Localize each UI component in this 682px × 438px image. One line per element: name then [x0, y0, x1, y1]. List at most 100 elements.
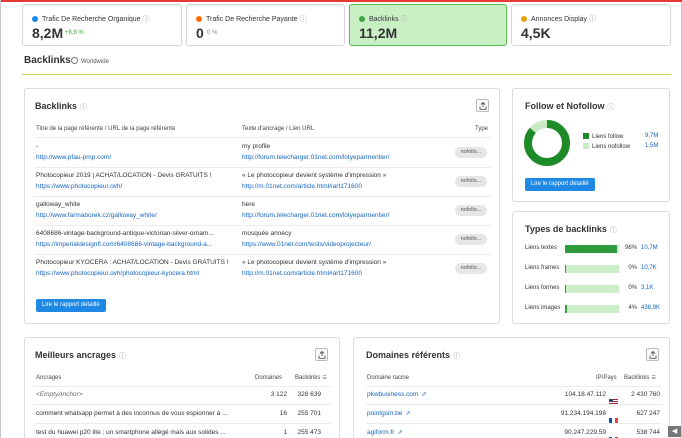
domain-backlinks: 2 430 760	[631, 391, 660, 398]
kpi-title: Backlinks	[369, 16, 399, 23]
type-bar-fill	[565, 285, 566, 293]
row-page-title: galloway_white	[36, 201, 81, 208]
type-count[interactable]: 438,9K	[641, 305, 660, 311]
row-anchor-text: my profile	[242, 143, 271, 150]
domain-name[interactable]: agiform.fr	[367, 429, 394, 436]
domain-ip: 90.247.229.59	[564, 429, 606, 436]
backlinks-dot-icon	[359, 16, 365, 22]
row-page-url[interactable]: http://www.pfau-pmp.com/	[36, 154, 236, 161]
legend-nofollow: Liens nofollow	[583, 143, 630, 150]
legend-follow-value[interactable]: 9,7M	[645, 133, 658, 139]
col-backlinks[interactable]: Backlinks ☰	[624, 375, 656, 381]
detailed-report-button[interactable]: Lire le rapport détaillé	[36, 299, 106, 312]
follow-donut-chart	[524, 120, 570, 166]
type-count[interactable]: 10,7K	[641, 265, 657, 271]
col-source: Titre de la page référente / URL de la p…	[36, 126, 176, 132]
type-label: Liens images	[525, 305, 561, 311]
row-page-url[interactable]: https://www.photocopieur.ovh/	[36, 183, 236, 190]
type-percent: 96%	[624, 245, 637, 251]
info-icon[interactable]: ⓘ	[143, 16, 150, 23]
kpi-value: 0	[196, 25, 204, 41]
domain-name[interactable]: pointgsm.be	[367, 410, 402, 417]
type-label: Liens formes	[525, 285, 560, 291]
domain-link[interactable]: pkwbusiness.com ⇗	[367, 391, 487, 398]
fr-flag-icon	[609, 430, 618, 438]
type-badge: nofollo...	[455, 234, 487, 245]
anchor-domains: 3 122	[270, 391, 287, 398]
export-button[interactable]	[315, 348, 328, 361]
domain-link[interactable]: agiform.fr ⇗	[367, 429, 487, 436]
section-divider	[22, 74, 671, 75]
sort-icon: ☰	[322, 375, 327, 381]
external-link-icon[interactable]: ⇗	[421, 392, 426, 398]
row-page-title: Photocopieur 2019 | ACHAT/LOCATION - Dev…	[36, 172, 212, 179]
legend-nofollow-value[interactable]: 1,5M	[645, 143, 658, 149]
paid-dot-icon	[196, 16, 202, 22]
row-target-url[interactable]: http://forum.telecharger.01net.com/lotye…	[242, 154, 442, 161]
info-icon[interactable]: ⓘ	[608, 104, 615, 111]
info-icon[interactable]: ⓘ	[589, 16, 596, 23]
row-divider	[35, 254, 491, 255]
card-title: Domaines référents ⓘ	[366, 350, 461, 360]
domain-ip: 91.234.194.198	[560, 410, 606, 417]
type-label: Liens frames	[525, 265, 560, 271]
type-bar-track	[565, 305, 619, 313]
row-divider	[35, 196, 491, 197]
export-icon	[649, 351, 657, 359]
kpi-delta: +8,8 %	[65, 30, 84, 36]
type-percent: 4%	[628, 305, 637, 311]
info-icon[interactable]: ⓘ	[80, 104, 87, 111]
export-button[interactable]	[476, 99, 489, 112]
kpi-strip: Trafic De Recherche Organique ⓘ 8,2M +8,8…	[22, 4, 671, 46]
row-page-title: 6408686-vintage-background-antique-victo…	[36, 230, 214, 237]
type-bar-track	[565, 285, 619, 293]
type-count[interactable]: 10,7M	[641, 245, 658, 251]
export-button[interactable]	[646, 348, 659, 361]
row-target-url[interactable]: http://m.01net.com/article.html#art17160…	[242, 270, 442, 277]
kpi-value: 11,2M	[359, 25, 398, 41]
row-divider	[35, 167, 491, 168]
kpi-paid-traffic[interactable]: Trafic De Recherche Payante ⓘ 0 0 %	[186, 4, 345, 46]
legend-swatch	[583, 143, 589, 149]
row-page-url[interactable]: https://imperialdesignfl.com/6408686-vin…	[36, 241, 236, 248]
follow-report-button[interactable]: Lire le rapport détaillé	[525, 178, 595, 191]
col-type: Type	[475, 126, 489, 132]
legend-swatch	[583, 133, 589, 139]
kpi-delta: 0 %	[207, 30, 218, 36]
organic-dot-icon	[32, 16, 38, 22]
anchor-backlinks: 255 701	[297, 410, 322, 417]
follow-card: Follow et Nofollow ⓘ Liens follow 9,7M Li…	[512, 88, 670, 202]
row-target-url[interactable]: https://www.01net.com/tests/videoproject…	[242, 241, 442, 248]
anchor-text: comment whatsapp permet à des inconnus d…	[36, 410, 228, 417]
col-backlinks[interactable]: Backlinks ☰	[295, 375, 327, 381]
row-divider	[366, 423, 661, 424]
info-icon[interactable]: ⓘ	[300, 16, 307, 23]
info-icon[interactable]: ⓘ	[401, 16, 408, 23]
external-link-icon[interactable]: ⇗	[397, 430, 402, 436]
kpi-display-ads[interactable]: Annonces Display ⓘ 4,5K	[511, 4, 671, 46]
domain-name[interactable]: pkwbusiness.com	[367, 391, 418, 398]
card-title: Types de backlinks ⓘ	[525, 224, 617, 234]
row-page-url[interactable]: https://www.photocopieur.ovh/photocopieu…	[36, 270, 236, 277]
type-count[interactable]: 3,1K	[641, 285, 653, 291]
scroll-corner-icon[interactable]: ◀	[668, 426, 681, 437]
info-icon[interactable]: ⓘ	[453, 353, 460, 360]
kpi-backlinks[interactable]: Backlinks ⓘ 11,2M	[349, 4, 507, 46]
scope-label[interactable]: Worldwide	[71, 57, 109, 65]
col-anchors: Ancrages	[36, 375, 62, 381]
type-badge: nofollo...	[455, 205, 487, 216]
row-target-url[interactable]: http://forum.telecharger.01net.com/lotye…	[242, 212, 442, 219]
info-icon[interactable]: ⓘ	[119, 353, 126, 360]
external-link-icon[interactable]: ⇗	[405, 411, 410, 417]
types-card: Types de backlinks ⓘ Liens textes 96% 10,7M…	[512, 211, 670, 324]
row-anchor-text: « Le photocopieur devient système d'impr…	[242, 259, 387, 266]
us-flag-icon	[609, 392, 618, 405]
kpi-organic-traffic[interactable]: Trafic De Recherche Organique ⓘ 8,2M +8,8…	[22, 4, 182, 46]
info-icon[interactable]: ⓘ	[610, 227, 617, 234]
section-title: Backlinks	[24, 55, 71, 66]
row-page-url[interactable]: http://www.farmaborek.cz/galloway_white/	[36, 212, 236, 219]
kpi-title: Trafic De Recherche Organique	[42, 16, 141, 23]
type-percent: 0%	[628, 265, 637, 271]
row-target-url[interactable]: http://m.01net.com/article.html#art17160…	[242, 183, 442, 190]
domain-link[interactable]: pointgsm.be ⇗	[367, 410, 487, 417]
